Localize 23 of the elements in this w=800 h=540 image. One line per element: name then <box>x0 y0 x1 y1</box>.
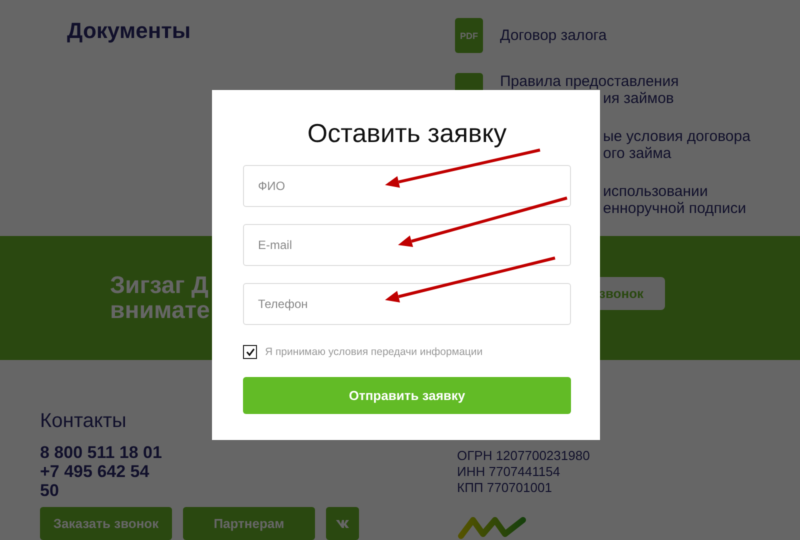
phone-number: 8 800 511 18 01 <box>40 443 163 462</box>
pdf-icon[interactable]: PDF <box>455 18 483 53</box>
vk-icon <box>334 518 350 528</box>
dialog-title: Оставить заявку <box>306 118 508 149</box>
footer-button[interactable]: Партнерам <box>183 507 315 540</box>
section-title: Документы <box>67 18 192 44</box>
input-field[interactable]: Телефон <box>243 283 571 325</box>
banner-heading: внимате <box>110 298 210 323</box>
contacts-title: Контакты <box>40 410 128 433</box>
document-link[interactable]: Правила предоставления <box>500 73 679 90</box>
banner-heading: Зигзаг Д <box>110 272 210 298</box>
consent-label: Я принимаю условия передачи информации <box>265 346 483 358</box>
consent-checkbox[interactable] <box>243 345 257 359</box>
input-field[interactable]: ФИО <box>243 165 571 207</box>
input-field[interactable]: E-mail <box>243 224 571 266</box>
company-detail: ОГРН 1207700231980 <box>457 448 590 464</box>
phone-number: +7 495 642 54 50 <box>40 462 150 500</box>
company-detail: ИНН 7707441154 <box>457 464 562 480</box>
footer-button[interactable]: Заказать звонок <box>40 507 172 540</box>
zigzag-logo <box>457 514 529 540</box>
company-detail: КПП 770701001 <box>457 480 553 496</box>
document-link[interactable]: Договор залога <box>500 27 607 44</box>
submit-button[interactable]: Отправить заявку <box>243 377 571 414</box>
